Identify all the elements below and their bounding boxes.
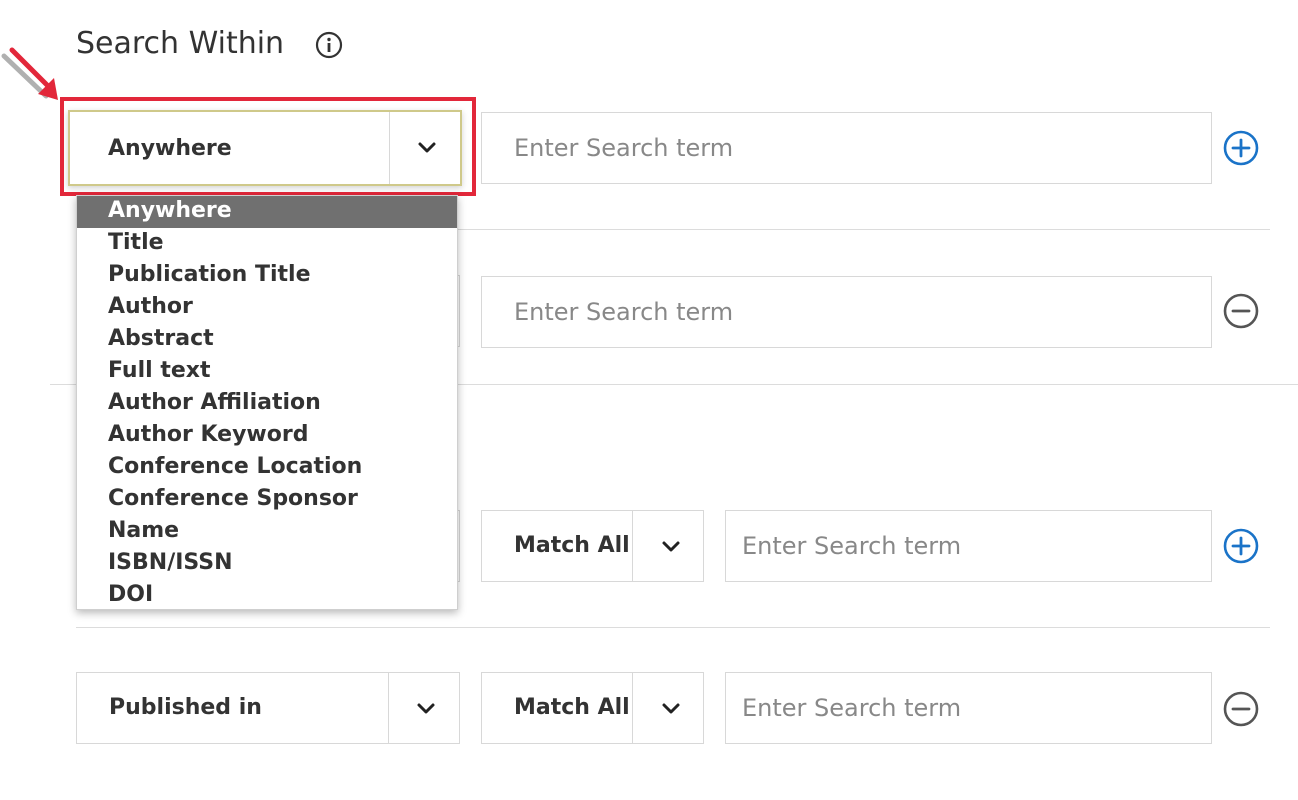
chevron-down-icon <box>662 541 680 552</box>
search-field-select-4[interactable]: Published in <box>76 672 460 744</box>
callout-arrow-icon <box>1 47 58 100</box>
dropdown-option-publication-title[interactable]: Publication Title <box>77 260 457 292</box>
dropdown-option-title[interactable]: Title <box>77 228 457 260</box>
plus-circle-icon[interactable] <box>1221 128 1261 168</box>
dropdown-option-conference-sponsor[interactable]: Conference Sponsor <box>77 484 457 516</box>
row-divider <box>76 627 1270 628</box>
dropdown-option-name[interactable]: Name <box>77 516 457 548</box>
search-field-select-label: Published in <box>109 695 262 720</box>
chevron-down-icon <box>418 142 436 153</box>
dropdown-option-author-keyword[interactable]: Author Keyword <box>77 420 457 452</box>
select-separator <box>389 112 390 184</box>
plus-circle-icon[interactable] <box>1221 526 1261 566</box>
search-within-heading: Search Within <box>76 26 285 61</box>
select-separator <box>632 511 633 581</box>
select-separator <box>388 673 389 743</box>
minus-circle-icon[interactable] <box>1221 689 1261 729</box>
match-select-label: Match All <box>514 533 630 558</box>
chevron-down-icon <box>417 703 435 714</box>
dropdown-option-anywhere[interactable]: Anywhere <box>77 196 457 228</box>
match-select-label: Match All <box>514 695 630 720</box>
minus-circle-icon[interactable] <box>1221 291 1261 331</box>
dropdown-option-isbn-issn[interactable]: ISBN/ISSN <box>77 548 457 580</box>
dropdown-option-conference-location[interactable]: Conference Location <box>77 452 457 484</box>
dropdown-option-abstract[interactable]: Abstract <box>77 324 457 356</box>
search-field-dropdown: Anywhere Title Publication Title Author … <box>76 195 458 610</box>
match-select-2[interactable]: Match All <box>481 672 704 744</box>
search-field-select-label: Anywhere <box>108 136 232 161</box>
dropdown-option-author-affiliation[interactable]: Author Affiliation <box>77 388 457 420</box>
search-term-input-1[interactable] <box>481 112 1212 184</box>
dropdown-option-full-text[interactable]: Full text <box>77 356 457 388</box>
dropdown-option-author[interactable]: Author <box>77 292 457 324</box>
info-circle-icon[interactable] <box>314 30 344 60</box>
chevron-down-icon <box>662 703 680 714</box>
search-term-input-2[interactable] <box>481 276 1212 348</box>
search-term-input-4[interactable] <box>725 672 1212 744</box>
dropdown-option-doi[interactable]: DOI <box>77 580 457 612</box>
select-separator <box>632 673 633 743</box>
search-term-input-3[interactable] <box>725 510 1212 582</box>
match-select-1[interactable]: Match All <box>481 510 704 582</box>
search-field-select-1[interactable]: Anywhere <box>68 110 462 186</box>
